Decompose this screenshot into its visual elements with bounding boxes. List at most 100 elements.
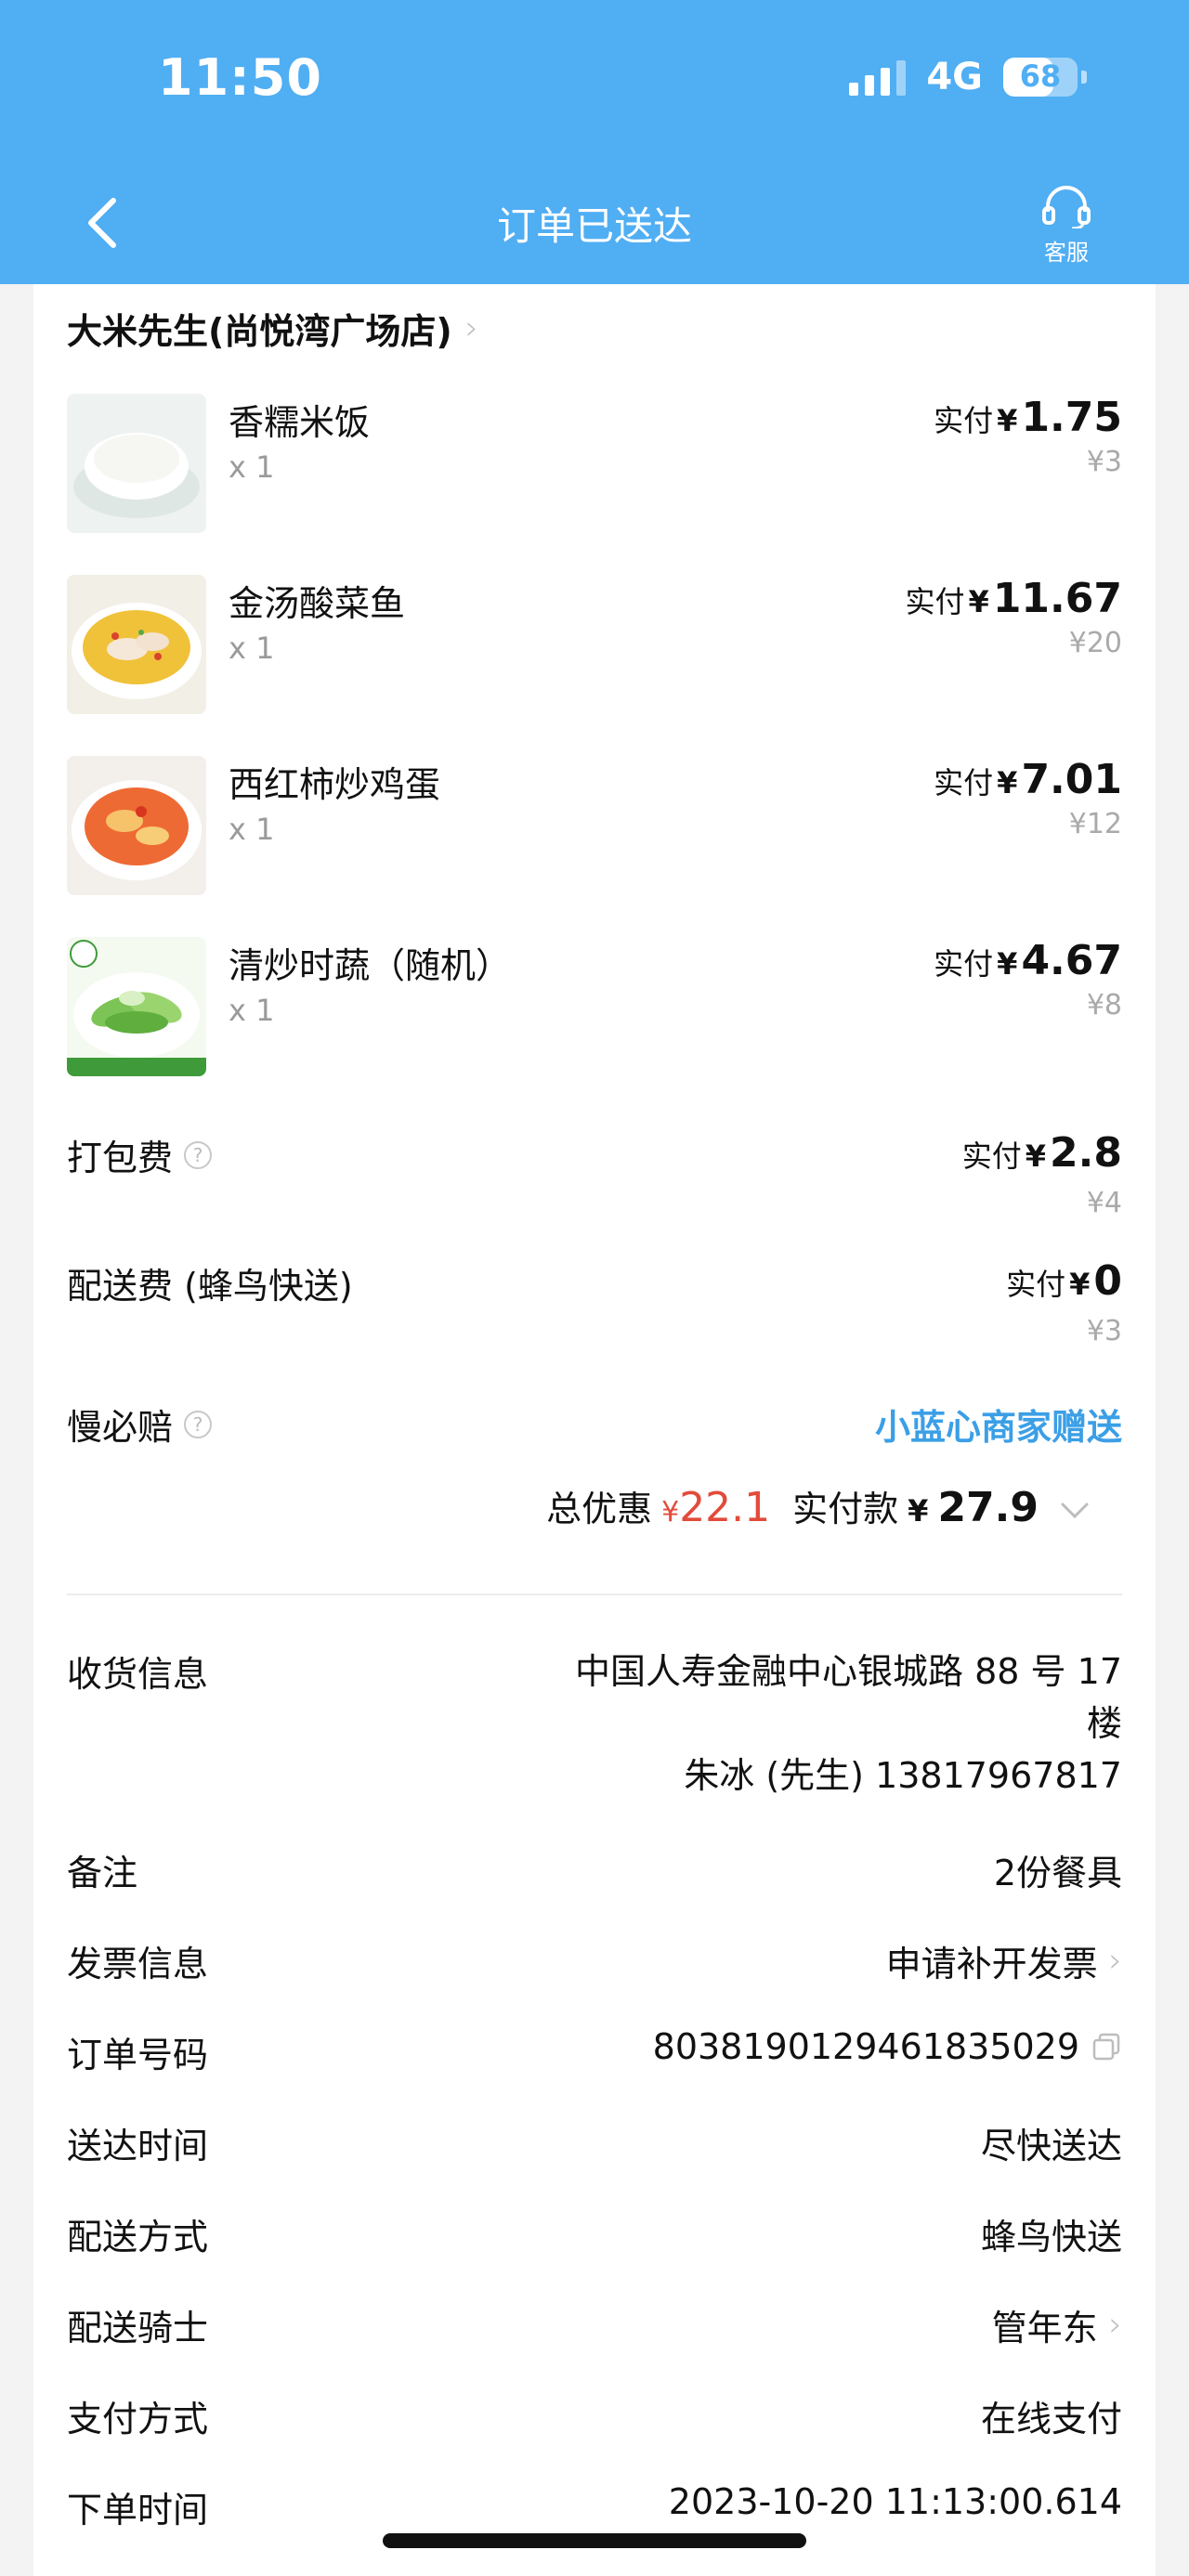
- discount-value: 22.1: [679, 1484, 771, 1531]
- delivery-fee-label: 配送费 (蜂鸟快送): [67, 1266, 353, 1307]
- delivery-time-value: 尽快送达: [980, 2126, 1122, 2166]
- chevron-right-icon: ›: [1108, 1942, 1122, 1980]
- header: 11:50 4G 68 订单已送达 客服: [0, 0, 1189, 284]
- original-price: ¥3: [1086, 1315, 1122, 1347]
- paid-amount: 11.67: [992, 575, 1122, 622]
- pay-label: 实付: [905, 584, 965, 619]
- original-price: ¥20: [1068, 627, 1122, 659]
- address-value: 中国人寿金融中心银城路 88 号 17 楼 朱冰 (先生) 1381796781…: [575, 1646, 1122, 1802]
- note-label: 备注: [67, 1853, 138, 1893]
- chevron-right-icon: ›: [1108, 2306, 1122, 2344]
- invoice-value: 申请补开发票: [885, 1944, 1098, 1984]
- copy-icon[interactable]: [1091, 2031, 1122, 2062]
- slow-compensation-row: 慢必赔 ? 小蓝心商家赠送: [67, 1399, 1122, 1454]
- dish-image-fish: [67, 575, 206, 714]
- paid-amount: 0: [1093, 1257, 1122, 1305]
- service-label: 客服: [1044, 240, 1089, 266]
- currency-symbol: ¥: [661, 1496, 680, 1529]
- packing-fee-label: 打包费: [67, 1138, 174, 1178]
- order-time-value: 2023-10-20 11:13:00.614: [668, 2481, 1122, 2522]
- dish-image-tomato-egg: [67, 756, 206, 895]
- divider: [67, 1594, 1122, 1595]
- shop-name: 大米先生(尚悦湾广场店): [67, 311, 452, 352]
- network-type: 4G: [926, 56, 983, 98]
- signal-icon: [849, 59, 907, 96]
- order-number-label: 订单号码: [67, 2035, 209, 2075]
- battery-tip: [1081, 71, 1087, 84]
- paid-amount: 7.01: [1021, 756, 1122, 803]
- invoice-label: 发票信息: [67, 1944, 209, 1984]
- dish-price: 实付 ¥1.75: [934, 394, 1122, 441]
- dish-item[interactable]: 香糯米饭 x 1 实付 ¥1.75 ¥3: [67, 394, 1122, 533]
- payment-label: 支付方式: [67, 2399, 209, 2439]
- dish-item[interactable]: 金汤酸菜鱼 x 1 实付 ¥11.67 ¥20: [67, 575, 1122, 714]
- total-amount: 27.9: [937, 1484, 1039, 1531]
- dish-price: 实付 ¥7.01: [934, 756, 1122, 803]
- address-label: 收货信息: [67, 1654, 209, 1695]
- original-price: ¥8: [1086, 989, 1122, 1021]
- payment-value: 在线支付: [980, 2399, 1122, 2439]
- question-icon[interactable]: ?: [184, 1140, 213, 1169]
- slow-compensation-label: 慢必赔: [67, 1407, 174, 1448]
- home-indicator: [383, 2533, 806, 2548]
- currency-symbol: ¥: [1025, 1138, 1047, 1174]
- chevron-down-icon: [1061, 1503, 1089, 1519]
- dish-item[interactable]: 西红柿炒鸡蛋 x 1 实付 ¥7.01 ¥12: [67, 756, 1122, 895]
- rider-name: 管年东: [991, 2308, 1098, 2348]
- dish-name: 西红柿炒鸡蛋: [229, 764, 441, 805]
- address-line1: 中国人寿金融中心银城路 88 号 17: [575, 1651, 1122, 1692]
- battery-icon: 68: [1003, 58, 1078, 97]
- chevron-right-icon: ›: [464, 309, 479, 347]
- dish-name: 金汤酸菜鱼: [229, 583, 406, 624]
- delivery-method-value: 蜂鸟快送: [980, 2217, 1122, 2257]
- dish-price: 实付 ¥4.67: [934, 937, 1122, 984]
- original-price: ¥12: [1068, 808, 1122, 840]
- order-time-label: 下单时间: [67, 2490, 209, 2530]
- discount-amount: ¥22.1: [661, 1484, 770, 1531]
- packing-fee-row: 打包费 ? 实付 ¥2.8 ¥4: [67, 1129, 1122, 1241]
- discount-label: 总优惠: [546, 1489, 653, 1529]
- dish-qty: x 1: [229, 631, 275, 666]
- paid-amount: 2.8: [1050, 1129, 1122, 1177]
- status-indicators: 4G 68: [849, 56, 1087, 98]
- status-time: 11:50: [158, 48, 322, 107]
- delivery-time-label: 送达时间: [67, 2126, 209, 2166]
- delivery-method-label: 配送方式: [67, 2217, 209, 2257]
- invoice-value-wrap[interactable]: 申请补开发票 ›: [886, 1935, 1122, 1986]
- slow-compensation-value[interactable]: 小蓝心商家赠送: [875, 1399, 1122, 1450]
- original-price: ¥4: [1086, 1187, 1122, 1219]
- currency-symbol: ¥: [997, 946, 1018, 982]
- order-card: 大米先生(尚悦湾广场店) › 香糯米饭 x 1 实付 ¥1.75 ¥3 金汤酸菜…: [33, 284, 1156, 2576]
- dish-image-greens: [67, 937, 206, 1076]
- note-value: 2份餐具: [993, 1853, 1122, 1893]
- pay-label: 实付: [934, 765, 994, 800]
- original-price: ¥3: [1086, 446, 1122, 478]
- delivery-fee-row: 配送费 (蜂鸟快送) 实付 ¥0 ¥3: [67, 1257, 1122, 1369]
- shop-link[interactable]: 大米先生(尚悦湾广场店) ›: [67, 303, 478, 354]
- headset-icon: [1042, 186, 1091, 230]
- pay-label: 实付: [934, 403, 994, 438]
- paid-amount: 1.75: [1021, 394, 1122, 441]
- pay-label: 实付: [961, 1138, 1022, 1174]
- currency-symbol: ¥: [997, 403, 1018, 438]
- address-line2: 楼: [1086, 1703, 1122, 1744]
- pay-label: 实付: [934, 946, 994, 982]
- delivery-fee-price: 实付 ¥0: [1006, 1257, 1122, 1305]
- paid-amount: 4.67: [1021, 937, 1122, 984]
- currency-symbol: ¥: [968, 584, 989, 619]
- dish-qty: x 1: [229, 993, 275, 1028]
- page-title: 订单已送达: [496, 203, 692, 249]
- dish-image-rice: [67, 394, 206, 533]
- currency-symbol: ¥: [997, 765, 1018, 800]
- customer-service-button[interactable]: 客服: [1029, 186, 1104, 267]
- rider-label: 配送骑士: [67, 2308, 209, 2348]
- dish-qty: x 1: [229, 449, 275, 485]
- rider-value-wrap[interactable]: 管年东 ›: [992, 2299, 1122, 2350]
- order-number-wrap: 8038190129461835029: [653, 2026, 1122, 2067]
- question-icon[interactable]: ?: [184, 1410, 213, 1438]
- packing-fee-price: 实付 ¥2.8: [962, 1129, 1122, 1177]
- pay-label: 实付: [1006, 1267, 1066, 1302]
- total-label: 实付款: [792, 1489, 899, 1529]
- order-summary[interactable]: 总优惠 ¥22.1 实付款 ¥ 27.9: [546, 1480, 1091, 1531]
- dish-item[interactable]: 清炒时蔬（随机） x 1 实付 ¥4.67 ¥8: [67, 937, 1122, 1076]
